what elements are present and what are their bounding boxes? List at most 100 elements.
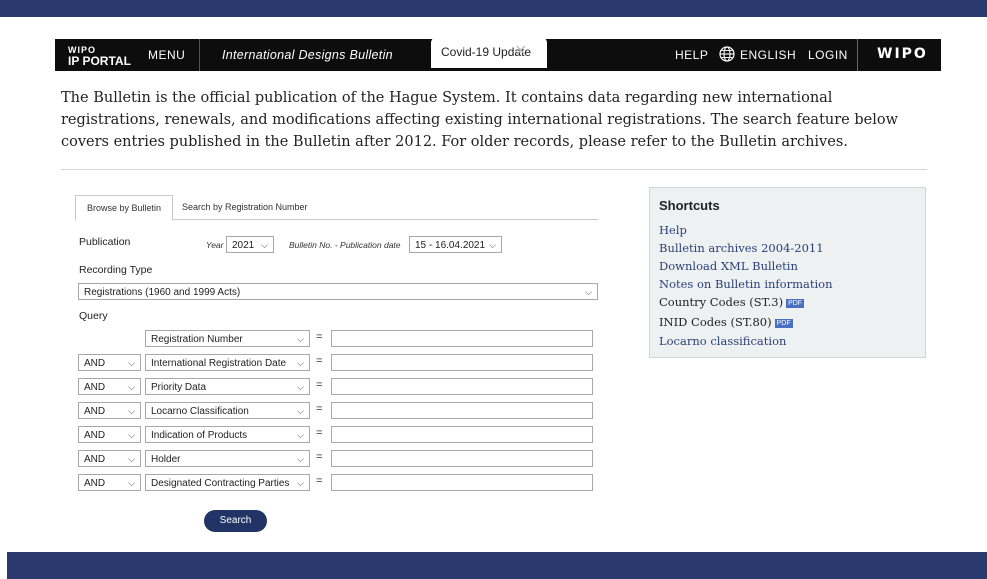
chevron-down-icon: ⌵ [297,358,304,368]
country-codes-label: Country Codes (ST.3) [659,295,784,309]
chevron-down-icon: ⌵ [297,406,304,416]
wipo-logo[interactable]: WIPO [877,46,928,62]
query-field-select[interactable]: International Registration Date ⌵ [145,354,310,371]
help-link[interactable]: HELP [675,48,708,62]
shortcut-notes-link[interactable]: Notes on Bulletin information [659,277,833,291]
shortcut-help-link[interactable]: Help [659,223,687,237]
shortcuts-title: Shortcuts [659,198,720,213]
recording-type-label: Recording Type [79,264,153,276]
pdf-icon[interactable]: PDF [786,299,805,308]
shortcut-bulletin-archives-link[interactable]: Bulletin archives 2004-2011 [659,241,824,255]
query-value-input[interactable] [331,330,593,347]
nav-divider [199,39,200,71]
section-divider [61,169,927,170]
field-value: Designated Contracting Parties [151,478,290,489]
operator-value: AND [84,358,106,369]
chevron-down-icon: ⌵ [585,287,592,297]
top-band [0,0,987,17]
operator-select[interactable]: AND ⌵ [78,402,141,419]
intro-text: The Bulletin is the official publication… [61,90,898,150]
chevron-down-icon: ⌵ [128,430,135,440]
bulletin-value: 15 - 16.04.2021 [415,240,486,251]
equals-sign: = [316,451,323,463]
query-field-select[interactable]: Designated Contracting Parties ⌵ [145,474,310,491]
operator-select[interactable]: AND ⌵ [78,426,141,443]
recording-type-select[interactable]: Registrations (1960 and 1999 Acts) ⌵ [78,283,598,300]
bulletin-label: Bulletin No. - Publication date [289,240,401,250]
query-value-input[interactable] [331,402,593,419]
shortcuts-panel: Shortcuts Help Bulletin archives 2004-20… [649,187,926,358]
chevron-down-icon: ⌵ [128,478,135,488]
tab-search-by-registration-number[interactable]: Search by Registration Number [182,195,308,219]
logo-line2: IP PORTAL [68,54,131,68]
bottom-band [7,552,987,579]
query-field-select[interactable]: Holder ⌵ [145,450,310,467]
search-button[interactable]: Search [204,510,267,532]
covid-update-tab[interactable]: Covid-19 Update × [431,37,547,68]
chevron-down-icon: ⌵ [297,334,304,344]
field-value: Indication of Products [151,430,248,441]
operator-value: AND [84,430,106,441]
app-title[interactable]: International Designs Bulletin [222,48,393,62]
operator-select[interactable]: AND ⌵ [78,474,141,491]
language-selector[interactable]: ENGLISH [740,48,796,62]
chevron-down-icon: ⌵ [297,454,304,464]
operator-value: AND [84,382,106,393]
operator-select[interactable]: AND ⌵ [78,378,141,395]
operator-value: AND [84,454,106,465]
nav-divider-right [857,39,858,71]
year-select[interactable]: 2021 ⌵ [226,236,274,253]
globe-icon[interactable] [719,46,735,62]
bulletin-select[interactable]: 15 - 16.04.2021 ⌵ [409,236,502,253]
login-link[interactable]: LOGIN [808,48,848,62]
close-icon[interactable]: × [515,40,527,63]
search-tabs: Browse by Bulletin Search by Registratio… [75,195,598,221]
year-label: Year [206,240,224,250]
chevron-down-icon: ⌵ [128,382,135,392]
recording-type-value: Registrations (1960 and 1999 Acts) [84,287,241,298]
field-value: Priority Data [151,382,207,393]
query-field-select[interactable]: Registration Number ⌵ [145,330,310,347]
inid-codes-label: INID Codes (ST.80) [659,315,772,329]
equals-sign: = [316,355,323,367]
equals-sign: = [316,331,323,343]
field-value: Registration Number [151,334,243,345]
chevron-down-icon: ⌵ [297,478,304,488]
top-navbar: WIPO IP PORTAL MENU International Design… [55,37,941,71]
equals-sign: = [316,475,323,487]
chevron-down-icon: ⌵ [297,382,304,392]
shortcut-locarno-link[interactable]: Locarno classification [659,334,786,348]
query-value-input[interactable] [331,354,593,371]
shortcut-download-xml-link[interactable]: Download XML Bulletin [659,259,798,273]
year-value: 2021 [232,240,255,251]
query-field-select[interactable]: Indication of Products ⌵ [145,426,310,443]
query-value-input[interactable] [331,378,593,395]
query-value-input[interactable] [331,474,593,491]
equals-sign: = [316,379,323,391]
field-value: International Registration Date [151,358,287,369]
publication-label: Publication [79,236,131,248]
menu-button[interactable]: MENU [148,48,185,62]
operator-select[interactable]: AND ⌵ [78,354,141,371]
equals-sign: = [316,403,323,415]
query-field-select[interactable]: Priority Data ⌵ [145,378,310,395]
chevron-down-icon: ⌵ [297,430,304,440]
operator-select[interactable]: AND ⌵ [78,450,141,467]
wipo-ip-portal-logo[interactable]: WIPO IP PORTAL [68,45,131,68]
chevron-down-icon: ⌵ [128,406,135,416]
operator-value: AND [84,406,106,417]
shortcut-country-codes[interactable]: Country Codes (ST.3) PDF [659,295,805,309]
query-field-select[interactable]: Locarno Classification ⌵ [145,402,310,419]
tab-browse-by-bulletin[interactable]: Browse by Bulletin [75,195,173,221]
pdf-icon[interactable]: PDF [774,319,793,328]
chevron-down-icon: ⌵ [128,358,135,368]
chevron-down-icon: ⌵ [261,240,268,250]
query-value-input[interactable] [331,450,593,467]
query-value-input[interactable] [331,426,593,443]
equals-sign: = [316,427,323,439]
field-value: Holder [151,454,181,465]
query-label: Query [79,310,108,322]
field-value: Locarno Classification [151,406,249,417]
shortcut-inid-codes[interactable]: INID Codes (ST.80) PDF [659,315,793,329]
chevron-down-icon: ⌵ [128,454,135,464]
